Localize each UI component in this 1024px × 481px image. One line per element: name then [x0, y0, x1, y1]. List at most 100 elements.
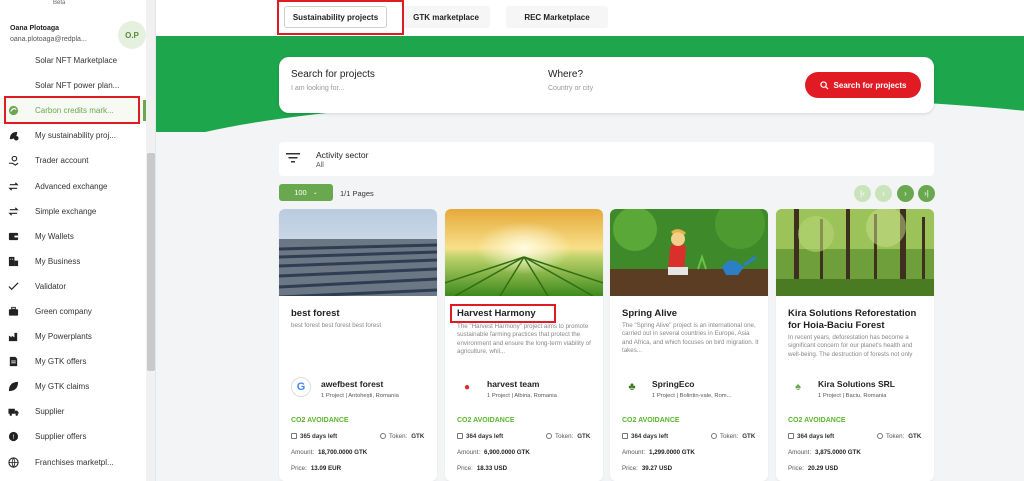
- sidebar-item-green-company[interactable]: Green company: [0, 299, 146, 324]
- price-value: 18.33 USD: [476, 465, 508, 472]
- sidebar-item-label: Solar NFT Marketplace: [35, 56, 118, 66]
- calendar-icon: [457, 433, 463, 439]
- project-image: [610, 209, 768, 296]
- amount-label: Amount:: [622, 449, 646, 456]
- token-icon: [546, 433, 552, 439]
- avatar[interactable]: O.P: [118, 21, 146, 49]
- co2-badge: CO2 AVOIDANCE: [291, 417, 349, 424]
- user-email: oana.plotoaga@redpla...: [10, 36, 87, 43]
- sidebar-scrollbar[interactable]: [146, 0, 155, 481]
- co2-badge: CO2 AVOIDANCE: [457, 417, 515, 424]
- truck-icon: [7, 406, 19, 418]
- price-label: Price:: [291, 465, 307, 472]
- price-label: Price:: [788, 465, 804, 472]
- sidebar-item-label: Simple exchange: [35, 206, 97, 216]
- hand-coin-icon: [7, 155, 19, 167]
- amount-value: 18,700.0000 GTK: [318, 449, 368, 456]
- token-icon: [877, 433, 883, 439]
- project-title[interactable]: Kira Solutions Reforestation for Hoia-Ba…: [788, 308, 928, 332]
- wallet-icon: [7, 230, 19, 242]
- leaf-icon: [7, 381, 19, 393]
- first-page-button[interactable]: |‹: [854, 185, 871, 202]
- org-name[interactable]: harvest team: [487, 379, 539, 389]
- briefcase-icon: [7, 305, 19, 317]
- org-meta: 1 Project | Bolintin-vale, Rom...: [652, 393, 732, 399]
- sidebar-item-validator[interactable]: Validator: [0, 274, 146, 299]
- sidebar-item-trader-account[interactable]: Trader account: [0, 148, 146, 173]
- token-label: Token:: [720, 433, 739, 440]
- project-card-spring-alive[interactable]: Spring Alive The "Spring Alive" project …: [610, 209, 768, 481]
- search-projects-button[interactable]: Search for projects: [805, 72, 921, 98]
- token-icon: [711, 433, 717, 439]
- tab-rec-marketplace[interactable]: REC Marketplace: [506, 6, 608, 28]
- tab-gtk-marketplace[interactable]: GTK marketplace: [402, 6, 490, 28]
- amount-value: 6,900.0000 GTK: [484, 449, 530, 456]
- days-left: 365 days left: [300, 433, 338, 440]
- co2-badge: CO2 AVOIDANCE: [788, 417, 846, 424]
- amount-label: Amount:: [291, 449, 315, 456]
- org-name[interactable]: SpringEco: [652, 379, 695, 389]
- prev-page-button[interactable]: ‹: [875, 185, 892, 202]
- org-logo: ♣: [622, 377, 642, 397]
- highlight-box: [450, 304, 556, 323]
- filter-title: Activity sector: [316, 150, 369, 160]
- sidebar-item-solar-nft-power-plants[interactable]: Solar NFT power plan...: [0, 73, 146, 98]
- project-image: [776, 209, 934, 296]
- sidebar-item-my-gtk-claims[interactable]: My GTK claims: [0, 374, 146, 399]
- sidebar-item-label: My Business: [35, 256, 81, 266]
- sidebar-item-my-business[interactable]: My Business: [0, 249, 146, 274]
- org-name[interactable]: Kira Solutions SRL: [818, 379, 895, 389]
- price-value: 39.27 USD: [641, 465, 673, 472]
- sidebar-item-my-wallets[interactable]: My Wallets: [0, 224, 146, 249]
- sidebar-item-label: My Powerplants: [35, 332, 92, 342]
- scrollbar-thumb[interactable]: [147, 153, 155, 371]
- project-title[interactable]: Spring Alive: [622, 308, 762, 320]
- sidebar-item-label: Solar NFT power plan...: [35, 81, 120, 91]
- search-input[interactable]: I am looking for...: [291, 85, 344, 92]
- project-card-harvest-harmony[interactable]: Harvest Harmony The "Harvest Harmony" pr…: [445, 209, 603, 481]
- sidebar-item-my-gtk-offers[interactable]: My GTK offers: [0, 349, 146, 374]
- org-name[interactable]: awefbest forest: [321, 379, 383, 389]
- user-name: Oana Plotoaga: [10, 25, 60, 32]
- highlight-box: [4, 96, 140, 124]
- sidebar-item-my-sustainability-projects[interactable]: My sustainability proj...: [0, 123, 146, 148]
- sidebar-item-supplier-offers[interactable]: ! Supplier offers: [0, 424, 146, 449]
- document-icon: [7, 356, 19, 368]
- calendar-icon: [291, 433, 297, 439]
- org-logo: ●: [457, 377, 477, 397]
- factory-icon: [7, 331, 19, 343]
- filter-icon: [286, 153, 300, 163]
- last-page-button[interactable]: ›|: [918, 185, 935, 202]
- amount-label: Amount:: [457, 449, 481, 456]
- project-card-best-forest[interactable]: best forest best forest best forest best…: [279, 209, 437, 481]
- co2-badge: CO2 AVOIDANCE: [622, 417, 680, 424]
- org-meta: 1 Project | Albina, Romania: [487, 393, 557, 399]
- amount-label: Amount:: [788, 449, 812, 456]
- sidebar-item-supplier[interactable]: Supplier: [0, 399, 146, 424]
- sidebar-item-label: My Wallets: [35, 231, 74, 241]
- exchange-icon: [7, 180, 19, 192]
- sidebar-item-my-powerplants[interactable]: My Powerplants: [0, 324, 146, 349]
- project-title[interactable]: best forest: [291, 308, 431, 320]
- calendar-icon: [622, 433, 628, 439]
- sidebar-item-label: My GTK claims: [35, 382, 90, 392]
- days-left: 364 days left: [797, 433, 835, 440]
- sidebar-item-label: My sustainability proj...: [35, 131, 116, 141]
- sidebar-item-solar-nft-marketplace[interactable]: Solar NFT Marketplace: [0, 48, 146, 73]
- chevron-down-icon: ⌄: [312, 190, 318, 196]
- sidebar-item-advanced-exchange[interactable]: Advanced exchange: [0, 173, 146, 198]
- beta-label: Beta: [53, 0, 66, 6]
- location-input[interactable]: Country or city: [548, 85, 593, 92]
- sidebar-item-simple-exchange[interactable]: Simple exchange: [0, 199, 146, 224]
- sidebar-item-franchises-marketplace[interactable]: Franchises marketpl...: [0, 450, 146, 475]
- project-card-kira-solutions[interactable]: Kira Solutions Reforestation for Hoia-Ba…: [776, 209, 934, 481]
- search-label: Search for projects: [291, 69, 375, 80]
- next-page-button[interactable]: ›: [897, 185, 914, 202]
- project-description: The "Spring Alive" project is an interna…: [622, 322, 759, 354]
- amount-value: 3,875.0000 GTK: [815, 449, 861, 456]
- token-value: GTK: [908, 433, 922, 440]
- per-page-select[interactable]: 100 ⌄: [279, 184, 333, 201]
- project-description: In recent years, deforestation has becom…: [788, 334, 913, 360]
- org-logo: G: [291, 377, 311, 397]
- activity-sector-filter[interactable]: Activity sector All: [279, 142, 934, 176]
